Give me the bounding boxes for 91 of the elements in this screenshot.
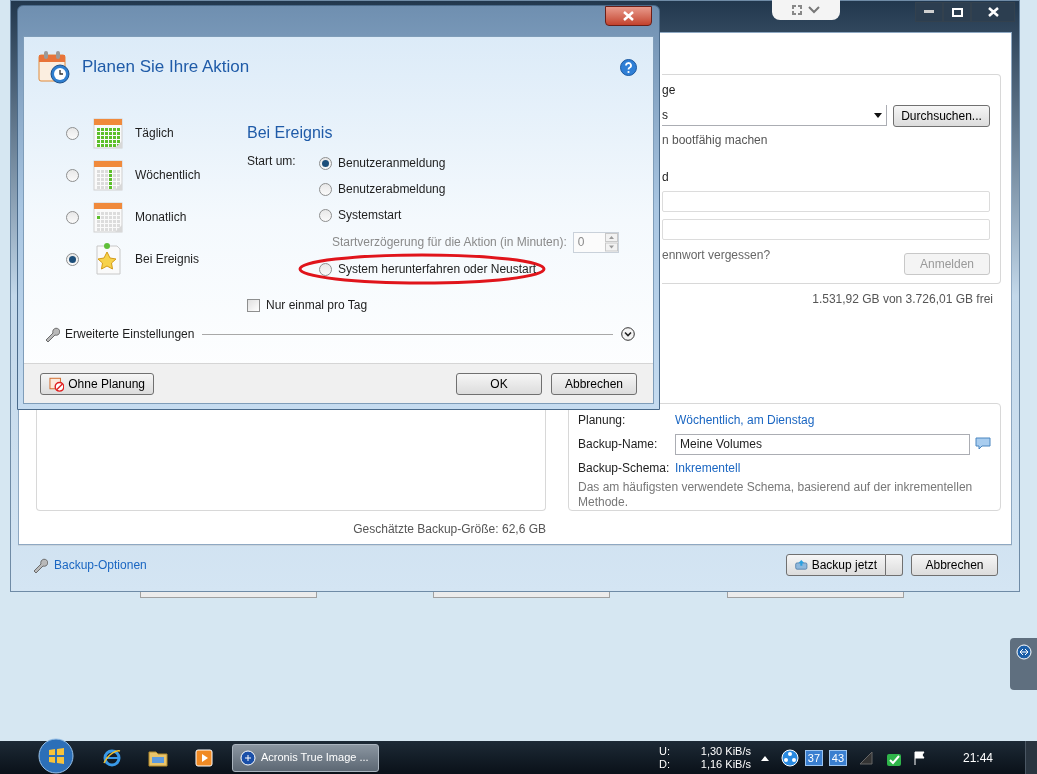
location-dropdown[interactable]: s [662,105,887,127]
remote-icon [1015,644,1032,660]
checkbox-label: Nur einmal pro Tag [266,297,368,314]
text-field[interactable] [662,218,990,240]
speech-bubble-icon[interactable] [975,437,991,452]
no-schedule-button[interactable]: Ohne Planung [40,372,154,395]
backup-name-field[interactable]: Meine Volumes [675,433,970,455]
dropdown-value: s [662,107,669,125]
radio-button[interactable] [319,156,332,170]
setting-label: Backup-Schema: [578,459,671,477]
radio-button[interactable] [66,210,79,224]
clock[interactable]: 21:44 [962,748,993,767]
media-player-icon[interactable] [195,748,213,767]
radio-button[interactable] [66,252,79,266]
network-globe-icon[interactable] [780,748,799,767]
minimize-icon [924,10,934,14]
scheme-description: Das am häufigsten verwendete Schema, basierend auf der inkrementellen Methode. [578,479,974,510]
download-rate: 1,16 KiB/s [700,757,751,771]
delay-value: 0 [576,234,586,251]
download-label: D: [658,757,671,771]
chevron-down-icon[interactable] [808,6,820,14]
dropdown-arrow-icon [874,112,882,118]
setting-label: Backup-Name: [578,436,659,454]
close-button[interactable] [971,2,1015,22]
password-label-fragment: d [662,168,670,186]
start-orb-icon[interactable] [38,737,74,774]
remote-tab[interactable] [1010,638,1037,690]
app-icon [240,749,256,766]
maximize-button[interactable] [943,2,971,22]
free-space-text: 1.531,92 GB von 3.726,01 GB frei [811,290,993,308]
expand-icon[interactable] [621,327,635,341]
taskbar-task[interactable]: Acronis True Image ... [232,743,379,772]
tray-expand-icon[interactable] [760,754,769,761]
text-field[interactable] [662,190,990,212]
cancel-button[interactable]: Abbrechen [551,372,637,395]
help-icon[interactable] [620,58,637,76]
ok-button[interactable]: OK [456,372,542,395]
event-option-label: Benutzeranmeldung [338,155,446,172]
close-icon [987,7,999,17]
upload-label: U: [658,744,671,758]
setting-link[interactable]: Wöchentlich, am Dienstag [675,411,815,430]
radio-button[interactable] [66,126,79,140]
close-icon [623,11,634,21]
temperature-badge[interactable]: 43 [828,749,847,766]
calendar-icon [93,201,123,233]
backup-now-button[interactable]: Backup jetzt [786,554,886,577]
calendar-clock-icon [36,49,72,85]
event-option-label: Benutzerabmeldung [338,181,446,198]
event-option-label: Systemstart [338,207,402,224]
calendar-icon [93,117,123,149]
frequency-label: Monatlich [135,209,187,226]
radio-button[interactable] [319,182,332,196]
folder-icon[interactable] [148,748,168,767]
remote-toolbar[interactable] [772,0,840,20]
label-fragment: ge [662,81,677,97]
estimated-size-text: Geschätzte Backup-Größe: 62,6 GB [352,520,546,538]
close-button[interactable] [605,6,652,26]
start-label: Start um: [247,153,297,170]
radio-button[interactable] [319,208,332,222]
setting-link[interactable]: Inkrementell [675,458,741,477]
frequency-label: Täglich [135,125,174,142]
section-heading: Bei Ereignis [247,123,334,143]
delay-label: Startverzögerung für die Aktion (in Minuten): [332,234,567,251]
frequency-label: Bei Ereignis [135,251,200,268]
wrench-icon [32,557,48,574]
bootable-option: n bootfähig machen [662,130,990,149]
dropdown-button[interactable] [886,554,903,577]
temperature-badge[interactable]: 37 [804,749,823,766]
setting-label: Planung: [578,412,627,430]
event-option-label: System herunterfahren oder Neustart [338,261,537,278]
advanced-settings-label[interactable]: Erweiterte Einstellungen [65,325,195,343]
upload-rate: 1,30 KiB/s [700,744,751,758]
radio-button[interactable] [66,168,79,182]
maximize-icon [951,7,963,17]
calendar-cancel-icon [49,375,65,392]
calendar-icon [93,159,123,191]
wrench-icon [44,326,60,342]
forgot-password-link[interactable]: ennwort vergessen? [662,245,771,264]
frequency-label: Wöchentlich [135,167,201,184]
cancel-button[interactable]: Abbrechen [911,554,998,577]
checkbox[interactable] [247,298,260,312]
flag-icon[interactable] [912,750,927,765]
fullscreen-icon[interactable] [792,5,802,15]
dialog-title: Planen Sie Ihre Aktion [82,56,251,79]
minimize-button[interactable] [915,2,943,22]
browse-button[interactable]: Durchsuchen... [893,104,990,127]
signal-icon[interactable] [858,750,873,765]
radio-button[interactable] [319,262,332,276]
star-document-icon [93,242,123,276]
backup-options-link[interactable]: Backup-Optionen [54,556,786,575]
browser-icon[interactable] [102,747,122,768]
